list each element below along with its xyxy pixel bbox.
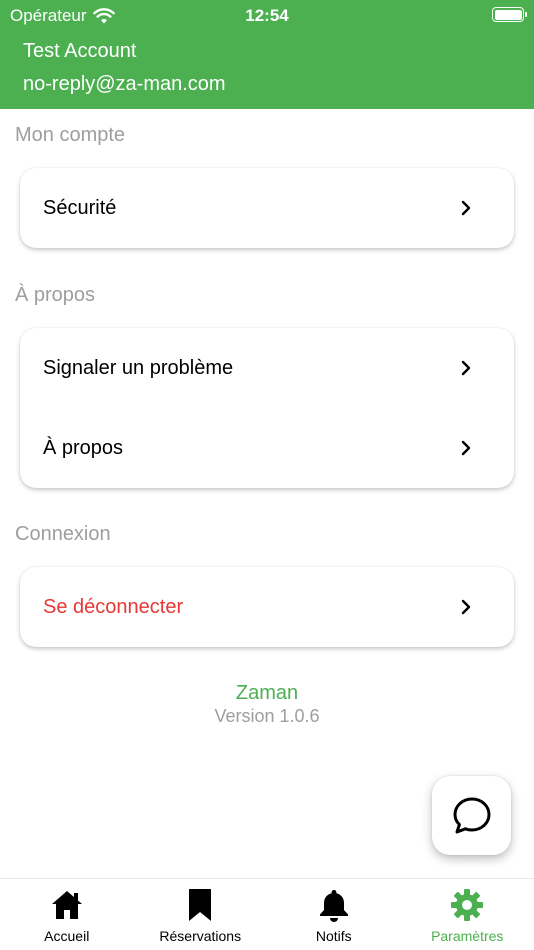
clock: 12:54 bbox=[245, 6, 289, 25]
tab-label: Accueil bbox=[44, 928, 90, 944]
row-label: Signaler un problème bbox=[43, 356, 234, 379]
section-title-connection: Connexion bbox=[15, 523, 111, 545]
row-label: Sécurité bbox=[43, 196, 117, 219]
tab-label: Réservations bbox=[159, 928, 242, 944]
app-version: Version 1.0.6 bbox=[214, 706, 320, 726]
tab-home[interactable]: Accueil bbox=[0, 879, 134, 950]
tab-label: Paramètres bbox=[431, 928, 504, 944]
tab-bar: Accueil Réservations Notifs Paramètres bbox=[0, 878, 534, 950]
header: Opérateur 12:54 Test Account no-reply@za… bbox=[0, 0, 534, 109]
home-icon bbox=[51, 891, 82, 919]
chat-button[interactable] bbox=[432, 776, 511, 855]
chevron-right-icon bbox=[461, 200, 471, 216]
bell-icon bbox=[319, 890, 348, 922]
account-name: Test Account bbox=[23, 40, 137, 62]
logout-label: Se déconnecter bbox=[43, 595, 184, 618]
settings-screen: Opérateur 12:54 Test Account no-reply@za… bbox=[0, 0, 534, 950]
battery-icon bbox=[492, 7, 527, 22]
chat-bubble-icon bbox=[453, 797, 490, 833]
settings-row-logout[interactable]: Se déconnecter bbox=[20, 567, 514, 647]
bookmark-icon bbox=[189, 889, 212, 921]
chevron-right-icon bbox=[461, 440, 471, 456]
card-about: Signaler un problème À propos bbox=[20, 328, 514, 488]
status-bar: Opérateur 12:54 bbox=[0, 0, 534, 30]
tab-reservations[interactable]: Réservations bbox=[134, 879, 268, 950]
card-connection: Se déconnecter bbox=[20, 567, 514, 647]
chevron-right-icon bbox=[461, 599, 471, 615]
card-my-account: Sécurité bbox=[20, 168, 514, 248]
tab-notifications[interactable]: Notifs bbox=[267, 879, 401, 950]
row-label: À propos bbox=[43, 436, 124, 459]
account-email: no-reply@za-man.com bbox=[23, 73, 226, 95]
gear-icon bbox=[451, 889, 484, 921]
app-name: Zaman bbox=[235, 682, 299, 704]
section-title-about: À propos bbox=[15, 284, 96, 306]
settings-row-report-problem[interactable]: Signaler un problème bbox=[20, 328, 514, 408]
chevron-right-icon bbox=[461, 360, 471, 376]
section-title-my-account: Mon compte bbox=[15, 124, 126, 146]
tab-settings[interactable]: Paramètres bbox=[401, 879, 534, 950]
settings-row-about[interactable]: À propos bbox=[20, 408, 514, 488]
tab-label: Notifs bbox=[315, 928, 352, 944]
settings-row-security[interactable]: Sécurité bbox=[20, 168, 514, 248]
